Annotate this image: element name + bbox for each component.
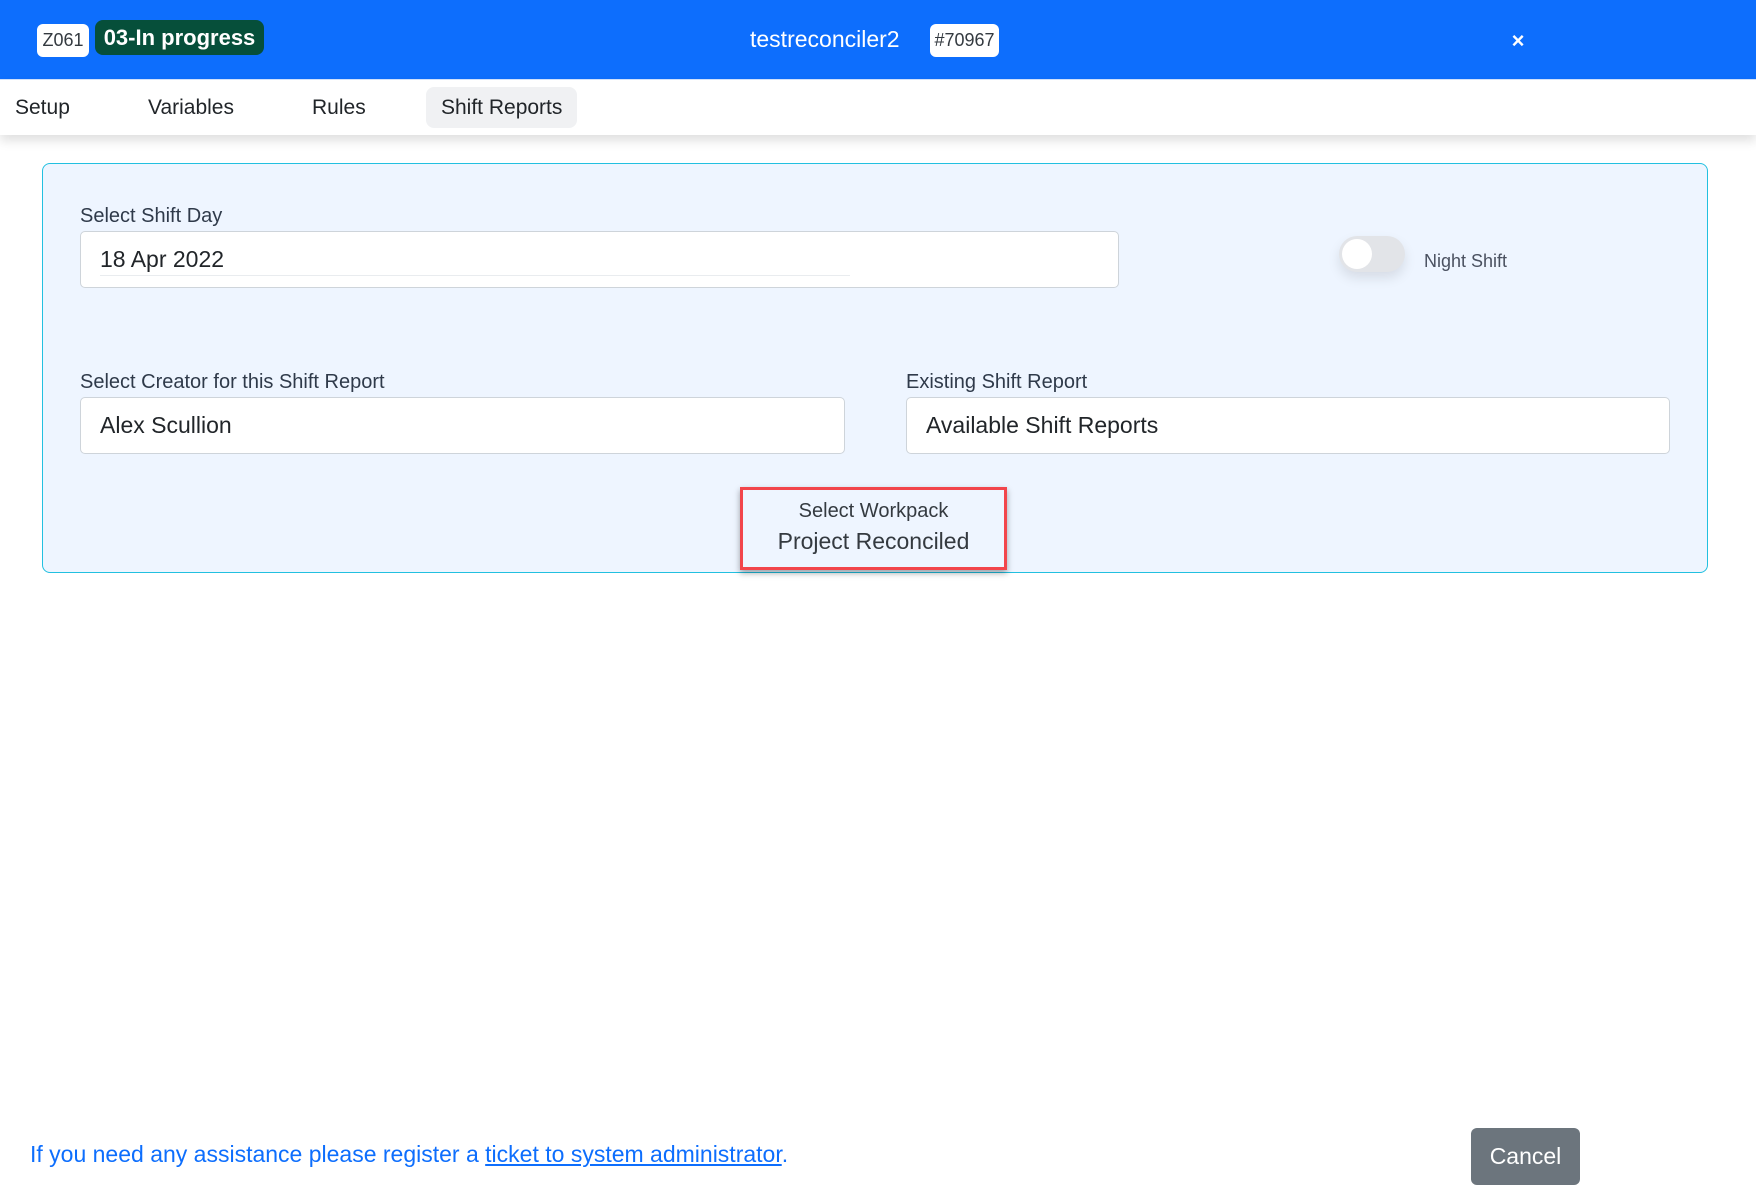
help-suffix: . <box>781 1141 789 1167</box>
help-prefix: If you need any assistance please regist… <box>30 1141 486 1167</box>
creator-label: Select Creator for this Shift Report <box>80 371 385 393</box>
close-button[interactable]: × <box>1505 26 1531 56</box>
toggle-knob <box>1342 239 1372 269</box>
shift-day-label: Select Shift Day <box>80 205 223 227</box>
workpack-selector[interactable]: Select Workpack Project Reconciled <box>740 487 1007 570</box>
code-badge: Z061 <box>37 24 89 57</box>
shift-day-input[interactable]: 18 Apr 2022 <box>80 231 1119 288</box>
tab-setup[interactable]: Setup <box>0 87 85 128</box>
workpack-label: Select Workpack <box>798 500 949 522</box>
creator-value: Alex Scullion <box>100 412 232 438</box>
existing-report-value: Available Shift Reports <box>926 412 1159 438</box>
close-icon: × <box>1511 28 1525 53</box>
night-shift-label: Night Shift <box>1424 251 1508 271</box>
shift-day-value: 18 Apr 2022 <box>100 246 225 272</box>
tab-bar: Setup Variables Rules Shift Reports <box>0 79 1756 135</box>
existing-report-label: Existing Shift Report <box>906 371 1088 393</box>
status-badge: 03-In progress <box>95 20 264 55</box>
help-text: If you need any assistance please regist… <box>30 1139 788 1169</box>
cancel-button[interactable]: Cancel <box>1471 1128 1580 1185</box>
support-ticket-link[interactable]: ticket to system administrator <box>485 1141 782 1167</box>
id-badge: #70967 <box>930 24 999 57</box>
modal-header: Z061 03-In progress testreconciler2 #709… <box>0 0 1756 79</box>
modal-title: testreconciler2 <box>750 26 900 52</box>
workpack-value: Project Reconciled <box>777 528 970 554</box>
tab-rules[interactable]: Rules <box>297 87 381 128</box>
tab-variables[interactable]: Variables <box>133 87 249 128</box>
input-underline <box>100 275 850 276</box>
existing-report-select[interactable]: Available Shift Reports <box>906 397 1670 454</box>
night-shift-toggle[interactable] <box>1339 236 1405 272</box>
tab-shift-reports[interactable]: Shift Reports <box>426 87 578 128</box>
creator-select[interactable]: Alex Scullion <box>80 397 845 454</box>
